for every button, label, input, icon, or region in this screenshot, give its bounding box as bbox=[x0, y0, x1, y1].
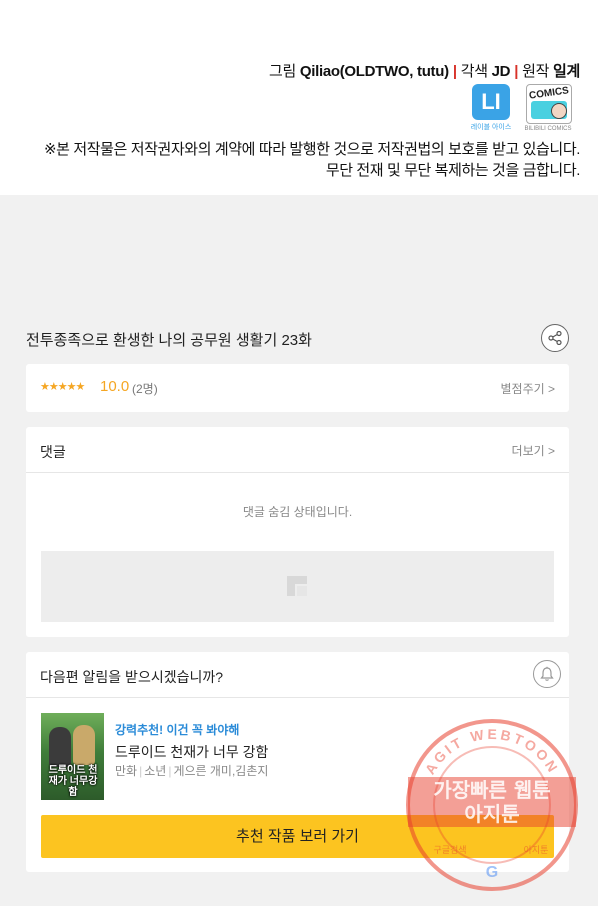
copyright-notice: ※본 저작물은 저작권자와의 계약에 따라 발행한 것으로 저작권법의 보호를 … bbox=[44, 139, 580, 181]
notice-line-2: 무단 전재 및 무단 복제하는 것을 금합니다. bbox=[325, 162, 581, 179]
bilibili-comics-logo: COMICS BILIBILI COMICS bbox=[520, 84, 576, 136]
li-logo-caption: 레이블 아이스 bbox=[470, 124, 512, 131]
credit-line: 그림 Qiliao(OLDTWO, tutu) | 각색 JD | 원작 일계 bbox=[269, 60, 580, 81]
watermark-bottom-right: 아지툰 bbox=[524, 845, 549, 856]
recommend-thumbnail[interactable]: 드루이드 천재가 너무강함 bbox=[41, 713, 104, 800]
comment-card: 댓글 더보기 > 댓글 숨김 상태입니다. bbox=[26, 427, 569, 637]
recommend-title[interactable]: 드루이드 천재가 너무 강함 bbox=[115, 742, 268, 762]
notify-question: 다음편 알림을 받으시겠습니까? bbox=[40, 669, 224, 685]
watermark-stamp: AGIT WEBTOON 가장빠른 웹툰 아지툰 구글검색 G 아지툰 bbox=[406, 719, 578, 891]
notify-header: 다음편 알림을 받으시겠습니까? bbox=[26, 652, 569, 698]
meta-category: 소년 bbox=[144, 764, 167, 778]
credits-banner: 그림 Qiliao(OLDTWO, tutu) | 각색 JD | 원작 일계 LI 레… bbox=[0, 0, 598, 195]
star-rating: ★★★★★ bbox=[40, 381, 85, 393]
rating-card: ★★★★★ 10.0 (2명) 별점주기 > bbox=[26, 364, 569, 412]
adapt-name: JD bbox=[491, 63, 511, 80]
art-label: 그림 bbox=[268, 63, 296, 80]
comics-logo-text: COMICS bbox=[528, 85, 570, 102]
rating-score: 10.0 bbox=[100, 378, 130, 395]
watermark-bottom-left: 구글검색 bbox=[433, 844, 466, 856]
thumbnail-title: 드루이드 천재가 너무강함 bbox=[48, 765, 98, 798]
google-icon: G bbox=[486, 864, 498, 881]
separator: | bbox=[452, 63, 457, 80]
rating-count: (2명) bbox=[132, 382, 158, 396]
meta-genre: 만화 bbox=[115, 764, 138, 778]
comment-more-link[interactable]: 더보기 > bbox=[512, 442, 555, 459]
comment-header: 댓글 더보기 > bbox=[26, 427, 569, 473]
notify-bell-button[interactable] bbox=[533, 660, 561, 688]
publisher-logos: LI 레이블 아이스 COMICS BILIBILI COMICS bbox=[470, 84, 580, 136]
comics-logo-art: COMICS bbox=[526, 84, 572, 124]
original-name: 일계 bbox=[552, 63, 580, 80]
original-label: 원작 bbox=[522, 63, 550, 80]
comics-logo-caption: BILIBILI COMICS bbox=[524, 126, 572, 132]
recommend-meta: 만화 | 소년 | 게으른 개미,김촌지 bbox=[115, 764, 269, 778]
rate-button[interactable]: 별점주기 > bbox=[500, 380, 555, 397]
watermark-line-2: 아지툰 bbox=[464, 802, 519, 826]
meta-authors: 게으른 개미,김촌지 bbox=[173, 764, 269, 778]
adapt-label: 각색 bbox=[460, 63, 488, 80]
art-name: Qiliao(OLDTWO, tutu) bbox=[299, 63, 449, 80]
watermark-ring-text: AGIT WEBTOON bbox=[422, 726, 560, 777]
episode-title: 전투종족으로 환생한 나의 공무원 생활기 23화 bbox=[26, 332, 312, 349]
svg-text:AGIT WEBTOON: AGIT WEBTOON bbox=[422, 726, 563, 777]
bell-icon bbox=[540, 666, 554, 681]
comment-title: 댓글 bbox=[40, 444, 66, 460]
li-logo-mark: LI bbox=[472, 84, 510, 120]
watermark-line-1: 가장빠른 웹툰 bbox=[433, 778, 550, 802]
comment-hidden-message: 댓글 숨김 상태입니다. bbox=[242, 505, 353, 519]
separator: | bbox=[514, 63, 519, 80]
ad-placeholder bbox=[41, 551, 554, 622]
notice-line-1: ※본 저작물은 저작권자와의 계약에 따라 발행한 것으로 저작권법의 보호를 … bbox=[43, 141, 580, 158]
image-placeholder-icon bbox=[287, 576, 307, 596]
li-logo: LI 레이블 아이스 bbox=[470, 84, 512, 131]
share-button[interactable] bbox=[541, 324, 569, 352]
share-icon bbox=[548, 331, 562, 345]
recommend-tag: 강력추천! 이건 꼭 봐야해 bbox=[115, 723, 240, 737]
